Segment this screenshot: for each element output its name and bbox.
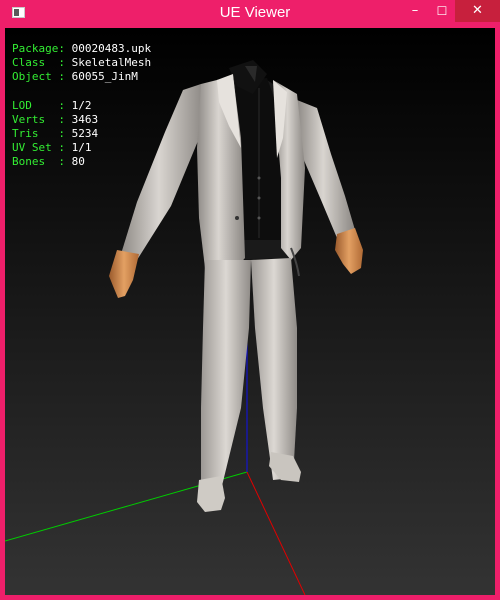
3d-viewport[interactable]: Package: 00020483.upk Class : SkeletalMe… [5, 28, 495, 595]
class-value: SkeletalMesh [71, 56, 152, 69]
info-row-package: Package: 00020483.upk [12, 42, 151, 56]
info-row-object: Object : 60055_JinM [12, 70, 151, 84]
bones-label: Bones : [12, 155, 65, 168]
info-row-lod: LOD : 1/2 [12, 99, 151, 113]
lod-label: LOD : [12, 99, 65, 112]
package-value: 00020483.upk [71, 42, 152, 55]
title-bar[interactable]: UE Viewer – ☐ ✕ [5, 0, 500, 28]
class-label: Class : [12, 56, 65, 69]
verts-value: 3463 [71, 113, 99, 126]
x-axis-line [246, 471, 306, 595]
minimize-button[interactable]: – [401, 0, 429, 22]
info-row-class: Class : SkeletalMesh [12, 56, 151, 70]
object-value: 60055_JinM [71, 70, 138, 83]
lod-value: 1/2 [71, 99, 92, 112]
info-row-tris: Tris : 5234 [12, 127, 151, 141]
maximize-button[interactable]: ☐ [429, 0, 455, 22]
package-label: Package: [12, 42, 65, 55]
verts-label: Verts : [12, 113, 65, 126]
info-row-uvset: UV Set : 1/1 [12, 141, 151, 155]
uvset-value: 1/1 [71, 141, 92, 154]
uvset-label: UV Set : [12, 141, 65, 154]
close-button[interactable]: ✕ [455, 0, 500, 22]
info-row-verts: Verts : 3463 [12, 113, 151, 127]
tris-label: Tris : [12, 127, 65, 140]
bones-value: 80 [71, 155, 85, 168]
object-label: Object : [12, 70, 65, 83]
tris-value: 5234 [71, 127, 99, 140]
mesh-info-panel: Package: 00020483.upk Class : SkeletalMe… [12, 42, 151, 169]
info-row-bones: Bones : 80 [12, 155, 151, 169]
